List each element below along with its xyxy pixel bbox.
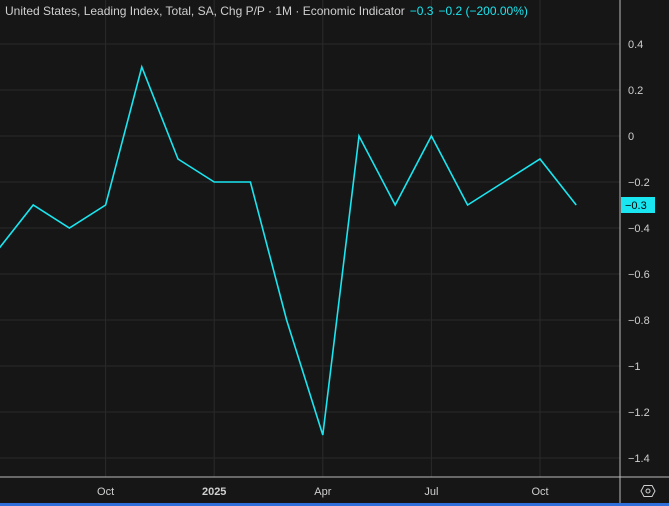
x-tick-label: Jul — [424, 486, 438, 498]
y-tick-label: −1.2 — [628, 407, 650, 419]
y-tick-label: −0.2 — [628, 177, 650, 189]
last-value: −0.3 — [409, 4, 434, 18]
y-tick-label: −1 — [628, 361, 641, 373]
y-tick-label: 0 — [628, 131, 634, 143]
last-value-badge-label: −0.3 — [625, 200, 647, 212]
chart-title: United States, Leading Index, Total, SA,… — [5, 4, 528, 18]
change-value: −0.2 (−200.00%) — [438, 4, 528, 18]
series-line — [0, 64, 577, 436]
settings-icon-center — [645, 488, 651, 494]
y-tick-label: −0.4 — [628, 223, 650, 235]
x-tick-label: Oct — [531, 486, 548, 498]
y-tick-label: −1.4 — [628, 453, 650, 465]
y-tick-label: −0.8 — [628, 315, 650, 327]
line-chart[interactable]: 0.40.20−0.2−0.4−0.6−0.8−1−1.2−1.4lOct202… — [0, 0, 669, 506]
x-tick-label: 2025 — [202, 486, 226, 498]
y-tick-label: 0.2 — [628, 85, 643, 97]
y-tick-label: 0.4 — [628, 39, 643, 51]
settings-icon[interactable] — [640, 485, 656, 497]
series-title: United States, Leading Index, Total, SA,… — [5, 4, 405, 18]
x-tick-label: Oct — [97, 486, 114, 498]
y-tick-label: −0.6 — [628, 269, 650, 281]
x-tick-label: Apr — [314, 486, 331, 498]
chart-window: 0.40.20−0.2−0.4−0.6−0.8−1−1.2−1.4lOct202… — [0, 0, 669, 506]
